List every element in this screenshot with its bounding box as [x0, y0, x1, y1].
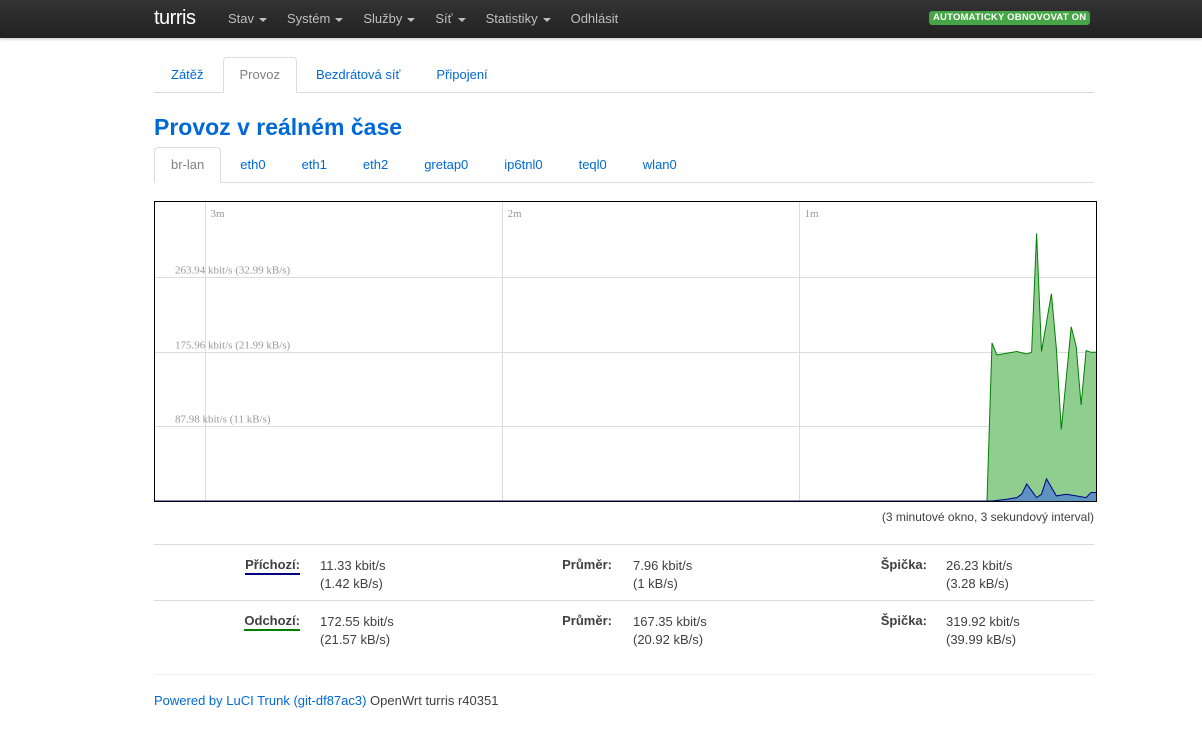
traffic-graph: 3m 2m 1m 263.94 kbit/s (32.99 kB/s) 175.96 k…: [154, 201, 1097, 502]
nav-sit[interactable]: Síť: [435, 0, 466, 38]
outgoing-peak: 319.92 kbit/s (39.99 kB/s): [946, 613, 1020, 649]
main-tabs: Zátěž Provoz Bezdrátová síť Připojení: [154, 57, 1094, 93]
outgoing-label: Odchozí:: [180, 613, 300, 631]
nav-system[interactable]: Systém: [287, 0, 344, 38]
nav-label: Služby: [363, 11, 403, 26]
x-tick-label: 1m: [805, 208, 820, 220]
main-nav: Stav Systém Služby Síť Statistiky Odhlás…: [228, 0, 638, 38]
caret-down-icon: [457, 17, 466, 22]
outgoing-average: 167.35 kbit/s (20.92 kB/s): [633, 613, 707, 649]
incoming-peak-kb: (3.28 kB/s): [946, 576, 1009, 591]
stats-row-outgoing: Odchozí: 172.55 kbit/s (21.57 kB/s) Prům…: [154, 600, 1094, 657]
tab-iface-eth2[interactable]: eth2: [346, 147, 405, 181]
incoming-average: 7.96 kbit/s (1 kB/s): [633, 557, 692, 593]
tab-iface-eth1[interactable]: eth1: [285, 147, 344, 181]
incoming-legend: Příchozí:: [245, 557, 300, 575]
top-navbar: turris Stav Systém Služby Síť Statistiky…: [0, 0, 1202, 38]
tab-iface-teql0[interactable]: teql0: [562, 147, 624, 181]
outgoing-area: [155, 233, 1096, 501]
incoming-peak: 26.23 kbit/s (3.28 kB/s): [946, 557, 1013, 593]
nav-statistiky[interactable]: Statistiky: [486, 0, 551, 38]
interval-note: (3 minutové okno, 3 sekundový interval): [881, 510, 1094, 524]
outgoing-peak-kb: (39.99 kB/s): [946, 632, 1017, 647]
interface-tabs: br-lan eth0 eth1 eth2 gretap0 ip6tnl0 te…: [154, 147, 1094, 183]
tab-iface-ip6tnl0[interactable]: ip6tnl0: [487, 147, 559, 181]
outgoing-current-kbit: 172.55 kbit/s: [320, 614, 394, 629]
incoming-peak-kbit: 26.23 kbit/s: [946, 558, 1013, 573]
footer-version: OpenWrt turris r40351: [366, 693, 499, 708]
incoming-avg-kbit: 7.96 kbit/s: [633, 558, 693, 573]
tab-iface-gretap0[interactable]: gretap0: [407, 147, 485, 181]
footer-divider: [154, 674, 1094, 675]
nav-label: Systém: [287, 11, 331, 26]
x-tick-label: 3m: [211, 208, 226, 220]
nav-label: Statistiky: [485, 11, 538, 26]
outgoing-peak-label: Špička:: [880, 613, 927, 628]
y-tick-label: 87.98 kbit/s (11 kB/s): [175, 414, 271, 426]
nav-label: Odhlásit: [570, 11, 619, 26]
incoming-current: 11.33 kbit/s (1.42 kB/s): [320, 557, 386, 593]
nav-sluzby[interactable]: Služby: [363, 0, 416, 38]
y-tick-label: 175.96 kbit/s (21.99 kB/s): [175, 340, 291, 352]
tab-iface-br-lan[interactable]: br-lan: [154, 147, 222, 183]
autoupdate-toggle-badge[interactable]: AUTOMATICKY OBNOVOVAT ON: [929, 11, 1091, 25]
x-tick-label: 2m: [508, 208, 523, 220]
page-title: Provoz v reálném čase: [154, 114, 403, 140]
nav-label: Síť: [435, 11, 453, 26]
footer: Powered by LuCI Trunk (git-df87ac3) Open…: [154, 693, 498, 708]
outgoing-avg-kb: (20.92 kB/s): [633, 632, 704, 647]
tab-zatez[interactable]: Zátěž: [154, 57, 221, 91]
incoming-area: [155, 478, 1096, 501]
nav-label: Stav: [228, 11, 255, 26]
outgoing-avg-kbit: 167.35 kbit/s: [633, 614, 707, 629]
incoming-current-kb: (1.42 kB/s): [320, 576, 383, 591]
traffic-graph-svg: 3m 2m 1m 263.94 kbit/s (32.99 kB/s) 175.96 k…: [155, 202, 1096, 501]
incoming-label: Příchozí:: [180, 557, 300, 575]
caret-down-icon: [335, 17, 344, 22]
tab-iface-wlan0[interactable]: wlan0: [626, 147, 694, 181]
tab-iface-eth0[interactable]: eth0: [223, 147, 282, 181]
y-tick-label: 263.94 kbit/s (32.99 kB/s): [175, 265, 291, 277]
caret-down-icon: [542, 17, 551, 22]
caret-down-icon: [259, 17, 268, 22]
incoming-avg-kb: (1 kB/s): [633, 576, 678, 591]
nav-logout[interactable]: Odhlásit: [571, 0, 619, 38]
tab-pripojeni[interactable]: Připojení: [419, 57, 504, 91]
outgoing-line: [155, 233, 1096, 501]
outgoing-peak-kbit: 319.92 kbit/s: [946, 614, 1020, 629]
tab-bezdratova-sit[interactable]: Bezdrátová síť: [299, 57, 417, 91]
nav-stav[interactable]: Stav: [228, 0, 268, 38]
caret-down-icon: [407, 17, 416, 22]
incoming-peak-label: Špička:: [880, 557, 927, 572]
brand-logo[interactable]: turris: [154, 7, 196, 30]
incoming-avg-label: Průměr:: [562, 557, 612, 572]
tab-provoz[interactable]: Provoz: [222, 57, 297, 93]
outgoing-current: 172.55 kbit/s (21.57 kB/s): [320, 613, 394, 649]
stats-row-incoming: Příchozí: 11.33 kbit/s (1.42 kB/s) Průmě…: [154, 544, 1094, 601]
outgoing-avg-label: Průměr:: [562, 613, 612, 628]
outgoing-current-kb: (21.57 kB/s): [320, 632, 391, 647]
luci-link[interactable]: Powered by LuCI Trunk (git-df87ac3): [154, 693, 366, 708]
incoming-line: [155, 477, 1096, 501]
incoming-current-kbit: 11.33 kbit/s: [320, 558, 386, 573]
outgoing-legend: Odchozí:: [244, 613, 300, 631]
